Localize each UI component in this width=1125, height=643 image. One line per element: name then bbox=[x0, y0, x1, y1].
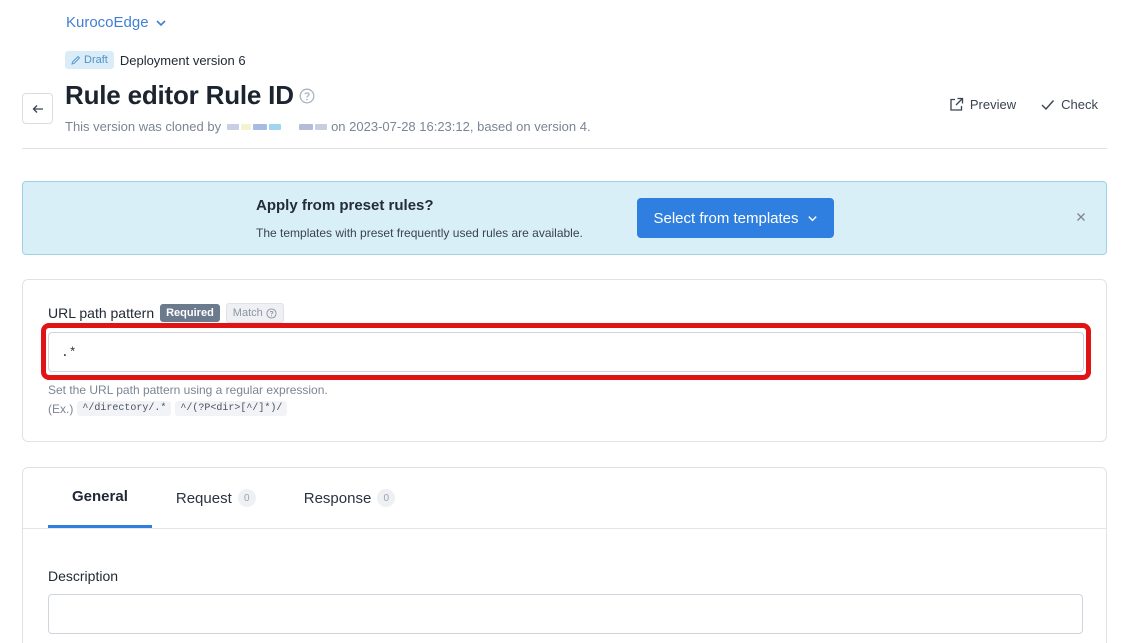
header-divider bbox=[22, 148, 1107, 149]
example-prefix: (Ex.) bbox=[48, 401, 74, 416]
external-link-icon bbox=[950, 97, 964, 111]
url-pattern-examples: (Ex.) ^/directory/.* ^/(?P<dir>[^/]*)/ bbox=[48, 401, 288, 416]
redacted-user bbox=[227, 123, 328, 130]
tab-count-badge: 0 bbox=[237, 489, 256, 507]
tab-bar: General Request 0 Response 0 bbox=[48, 468, 1106, 528]
url-pattern-card: URL path pattern Required Match Set the … bbox=[22, 279, 1107, 442]
page-title: Rule editor Rule ID bbox=[65, 80, 294, 110]
app-name: KurocoEdge bbox=[66, 14, 149, 31]
app-switcher[interactable]: KurocoEdge bbox=[66, 14, 167, 31]
version-row: Draft Deployment version 6 bbox=[65, 51, 246, 69]
url-pattern-label-row: URL path pattern Required Match bbox=[48, 303, 284, 323]
check-label: Check bbox=[1061, 97, 1098, 112]
rule-tabs-card: General Request 0 Response 0 Description bbox=[22, 467, 1107, 643]
preset-banner: Apply from preset rules? The templates w… bbox=[22, 181, 1107, 255]
select-templates-label: Select from templates bbox=[653, 209, 799, 227]
question-circle-icon bbox=[266, 307, 277, 319]
description-input[interactable] bbox=[48, 594, 1083, 634]
clone-prefix: This version was cloned by bbox=[65, 119, 222, 134]
tab-label: Response bbox=[303, 489, 372, 507]
description-label: Description bbox=[48, 568, 119, 584]
tab-request[interactable]: Request 0 bbox=[152, 468, 280, 528]
url-pattern-hint: Set the URL path pattern using a regular… bbox=[48, 383, 328, 397]
tab-count-badge: 0 bbox=[377, 489, 396, 507]
preview-button[interactable]: Preview bbox=[949, 97, 1016, 112]
chevron-down-icon bbox=[155, 19, 166, 26]
deployment-version: Deployment version 6 bbox=[119, 52, 246, 68]
match-badge[interactable]: Match bbox=[225, 303, 284, 323]
tab-label: Request bbox=[175, 489, 232, 507]
required-badge: Required bbox=[160, 304, 220, 322]
example-code: ^/(?P<dir>[^/]*)/ bbox=[175, 401, 288, 416]
chevron-down-icon bbox=[807, 215, 817, 221]
url-pattern-label: URL path pattern bbox=[48, 305, 155, 321]
tab-label: General bbox=[72, 488, 128, 505]
header-actions: Preview Check bbox=[949, 97, 1098, 112]
tab-response[interactable]: Response 0 bbox=[280, 468, 420, 528]
preset-title: Apply from preset rules? bbox=[256, 197, 434, 214]
tab-divider bbox=[23, 528, 1106, 529]
example-code: ^/directory/.* bbox=[77, 401, 172, 416]
preview-label: Preview bbox=[969, 97, 1017, 112]
draft-label: Draft bbox=[84, 54, 108, 66]
pencil-icon bbox=[71, 55, 81, 65]
arrow-left-icon bbox=[32, 104, 43, 113]
check-button[interactable]: Check bbox=[1040, 97, 1098, 112]
clone-suffix: on 2023-07-28 16:23:12, based on version… bbox=[331, 119, 591, 134]
question-circle-icon[interactable] bbox=[299, 88, 315, 104]
match-label: Match bbox=[232, 307, 263, 319]
check-icon bbox=[1041, 100, 1055, 111]
url-pattern-input[interactable] bbox=[48, 332, 1084, 372]
back-button[interactable] bbox=[22, 93, 53, 124]
clone-info: This version was cloned by on 2023-07-28… bbox=[65, 119, 591, 134]
select-templates-button[interactable]: Select from templates bbox=[637, 198, 834, 238]
close-icon[interactable] bbox=[1074, 210, 1088, 224]
draft-badge: Draft bbox=[65, 51, 114, 69]
tab-general[interactable]: General bbox=[48, 468, 152, 528]
preset-subtitle: The templates with preset frequently use… bbox=[256, 226, 583, 240]
